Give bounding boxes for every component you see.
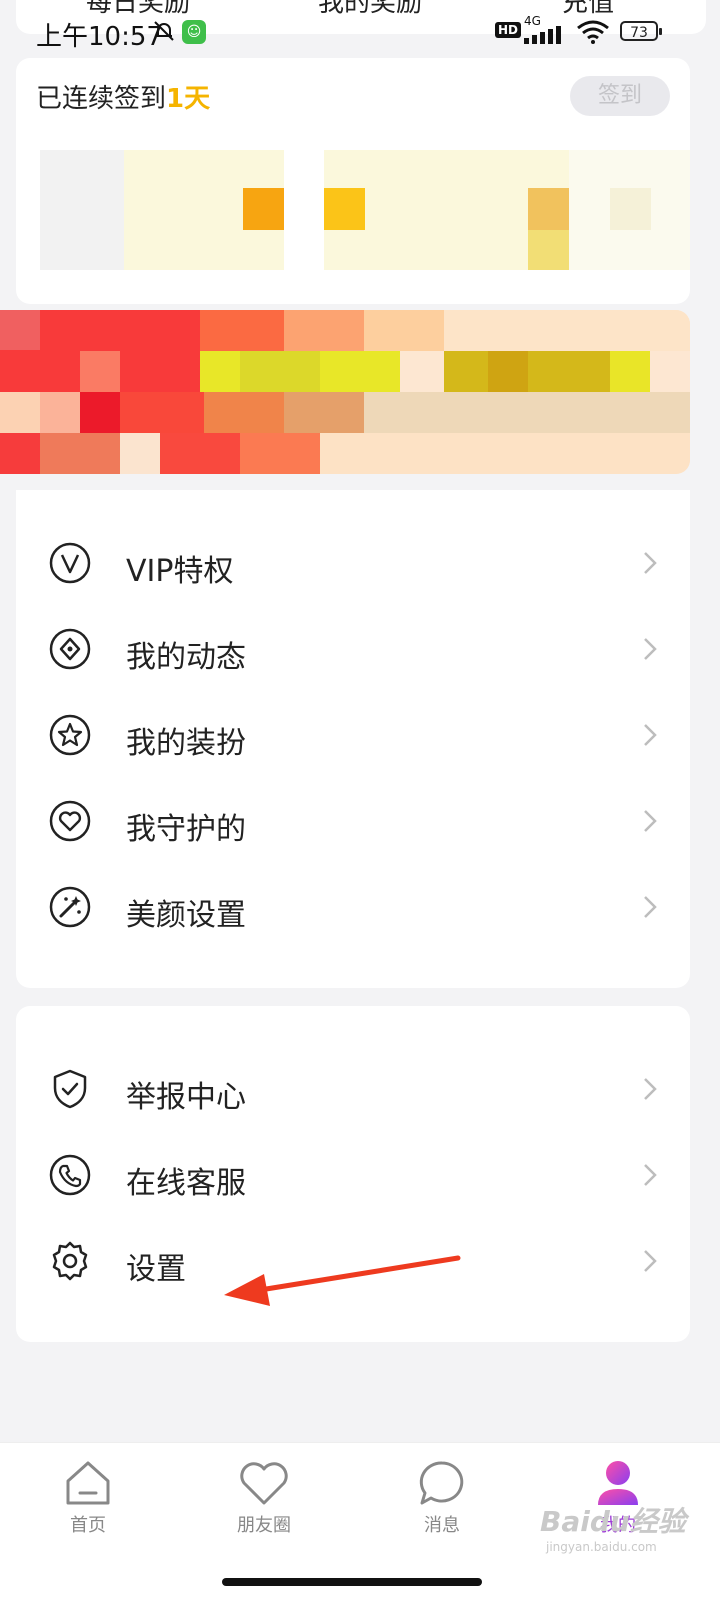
chevron-right-icon [644, 1078, 657, 1100]
shield-icon [53, 1069, 87, 1109]
chevron-right-icon [644, 1164, 657, 1186]
gear-icon [52, 1241, 88, 1281]
signal-icon [524, 26, 561, 44]
promo-banner-mosaic[interactable] [0, 310, 690, 474]
nav-label: 首页 [70, 1515, 106, 1536]
menu-label: 举报中心 [126, 1080, 246, 1115]
heart-icon [49, 800, 91, 842]
home-indicator[interactable] [222, 1578, 482, 1586]
menu-item-report-center[interactable]: 举报中心 [16, 1046, 690, 1132]
watermark-brand: Baidu经验 [540, 1505, 686, 1538]
chat-icon [419, 1461, 464, 1505]
chevron-right-icon [644, 724, 657, 746]
chevron-right-icon [644, 638, 657, 660]
annotation-arrow-icon [224, 1255, 461, 1306]
watermark-url: jingyan.baidu.com [546, 1540, 657, 1554]
hd-badge: HD [495, 22, 522, 38]
menu-label: 我守护的 [126, 812, 246, 847]
menu-item-guarded[interactable]: 我守护的 [16, 778, 690, 864]
chevron-right-icon [644, 896, 657, 918]
menu-label: 我的动态 [126, 640, 246, 675]
chevron-right-icon [644, 552, 657, 574]
vip-icon [49, 542, 91, 584]
menu-label: VIP特权 [126, 554, 234, 589]
home-icon [66, 1461, 110, 1505]
phone-icon [49, 1154, 91, 1196]
nav-moments[interactable]: 朋友圈 [204, 1457, 324, 1567]
chevron-right-icon [644, 1250, 657, 1272]
chevron-right-icon [644, 810, 657, 832]
menu-label: 在线客服 [126, 1166, 246, 1201]
bell-muted-icon [154, 21, 174, 41]
wifi-icon [577, 20, 609, 44]
menu-label: 美颜设置 [126, 898, 246, 933]
menu-label: 设置 [126, 1252, 186, 1287]
status-bar: 上午10:57 ☺ HD 4G 73 [0, 0, 720, 60]
checkin-card: 已连续签到1天 签到 [16, 58, 690, 304]
beauty-icon [49, 886, 91, 928]
app-notification-icon: ☺ [182, 20, 206, 44]
banner-mosaic-image [0, 310, 690, 474]
star-icon [49, 714, 91, 756]
diamond-icon [49, 628, 91, 670]
nav-home[interactable]: 首页 [28, 1457, 148, 1567]
nav-messages[interactable]: 消息 [382, 1457, 502, 1567]
reward-mosaic-image [16, 58, 690, 304]
menu-card-primary: VIP特权 我的动态 我的装扮 我守护的 美颜设置 [16, 490, 690, 988]
menu-item-my-outfits[interactable]: 我的装扮 [16, 692, 690, 778]
battery-indicator: 73 [620, 21, 662, 41]
nav-label: 朋友圈 [237, 1515, 291, 1536]
status-time: 上午10:57 [36, 22, 163, 52]
menu-label: 我的装扮 [126, 726, 246, 761]
nav-label: 消息 [424, 1515, 460, 1536]
menu-item-beauty-settings[interactable]: 美颜设置 [16, 864, 690, 950]
menu-item-customer-service[interactable]: 在线客服 [16, 1132, 690, 1218]
heart-icon [240, 1462, 288, 1505]
menu-item-my-posts[interactable]: 我的动态 [16, 606, 690, 692]
menu-item-vip[interactable]: VIP特权 [16, 520, 690, 606]
